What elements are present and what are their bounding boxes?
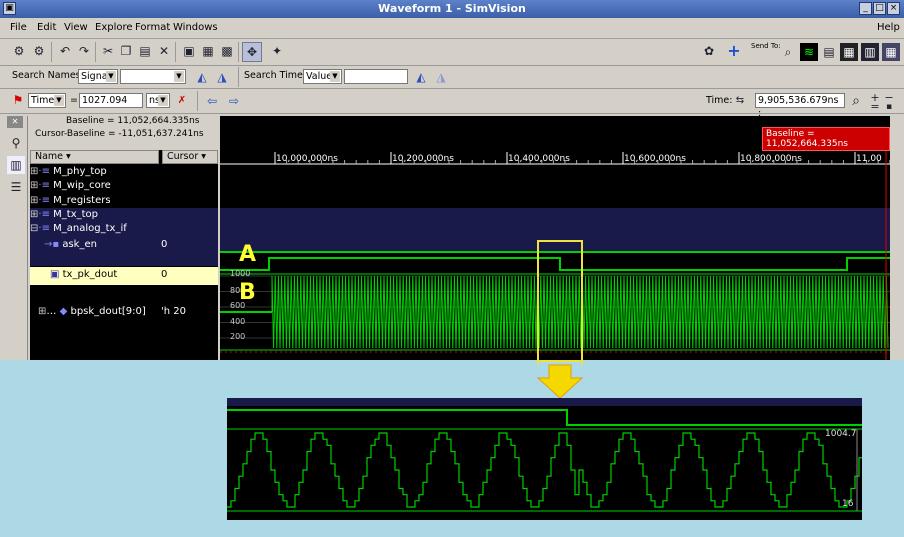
down-arrow-icon — [536, 364, 584, 399]
zoomed-waveform-view: 1004.7 16 — [227, 398, 862, 520]
zoom-tx-pk-dout-trace — [227, 409, 862, 426]
zoom-bpsk-trace — [227, 432, 862, 508]
zoomed-waveform-canvas — [227, 398, 862, 512]
zoom-group-band — [227, 398, 862, 406]
zoom-max-label: 1004.7 — [825, 429, 857, 439]
zoom-min-label: 16 — [842, 499, 854, 509]
zoom-region-box — [537, 240, 583, 362]
